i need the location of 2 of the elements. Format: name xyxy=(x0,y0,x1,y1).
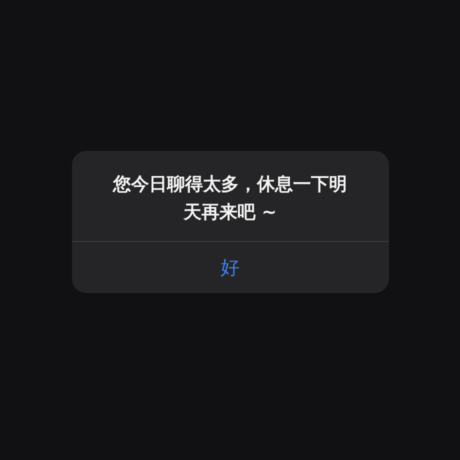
ok-button[interactable]: 好 xyxy=(72,241,388,293)
alert-message: 您今日聊得太多，休息一下明天再来吧 ~ xyxy=(112,173,348,225)
